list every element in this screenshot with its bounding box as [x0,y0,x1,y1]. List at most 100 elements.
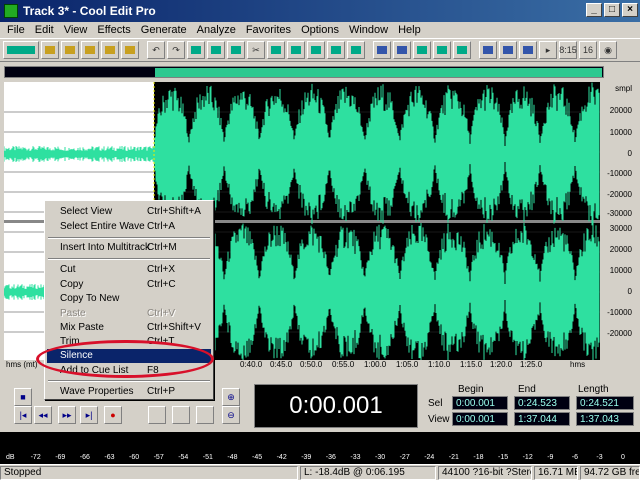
copy-icon[interactable] [207,41,225,59]
view-end-field[interactable]: 1:37.044 [514,412,570,426]
time-tick: 1:15.0 [460,360,483,369]
status-size: 16.71 MB [534,466,578,480]
trim-icon[interactable] [307,41,325,59]
rewind-icon[interactable]: ◂◂ [34,406,52,424]
menu-select-view[interactable]: Select View Ctrl+Shift+A [47,205,211,219]
zoom-selection-icon[interactable] [196,406,214,424]
redo-icon[interactable]: ↷ [167,41,185,59]
menu-mix-paste[interactable]: Mix Paste Ctrl+Shift+V [47,321,211,335]
close-button[interactable]: × [622,3,638,17]
toggle-multitrack-button[interactable] [3,41,39,59]
level-meter: dB -72 -69 -66 -63 -60 -57 -54 -51 -48 -45 -42 -39 -3… [0,432,640,464]
level-meter-tick: -54 [178,454,189,461]
menu-select-entire-wave[interactable]: Select Entire Wave Ctrl+A [47,220,211,234]
level-meter-tick: -60 [129,454,140,461]
menu-window[interactable]: Window [344,24,393,36]
overview-visible-range[interactable] [155,68,602,77]
format-8-15-icon[interactable]: 8:15 [559,41,577,59]
menu-paste: Paste Ctrl+V [60,308,176,319]
level-meter-tick: -63 [104,454,115,461]
zoom-view-icon[interactable] [499,41,517,59]
ruler-tick: 30000 [609,224,632,233]
copy-new-icon[interactable] [227,41,245,59]
zoom-in-horizontal-icon[interactable] [148,406,166,424]
menu-effects[interactable]: Effects [92,24,135,36]
menu-view[interactable]: View [59,24,93,36]
menu-edit[interactable]: Edit [30,24,59,36]
menu-copy-to-new[interactable]: Copy To New [47,292,211,306]
toolbar: ↶ ↷ ✂ ▸ 8:15 16 ◉ [0,38,640,62]
zoom-out-horizontal-icon[interactable] [172,406,190,424]
save-all-icon[interactable] [121,41,139,59]
silence-icon[interactable] [327,41,345,59]
minimize-button[interactable]: _ [586,3,602,17]
go-to-end-icon[interactable]: ▸| [80,406,98,424]
level-meter-tick: -42 [276,454,287,461]
snap-icon[interactable] [519,41,537,59]
time-ruler-unit-left: hms (mt) [6,360,38,369]
stop-button[interactable]: ■ [14,388,32,406]
ruler-tick: -30000 [607,209,632,218]
go-to-start-icon[interactable]: |◂ [14,406,32,424]
cd-icon[interactable]: ◉ [599,41,617,59]
ruler-tick: 20000 [609,245,632,254]
open-append-icon[interactable] [81,41,99,59]
play-list-icon[interactable]: ▸ [539,41,557,59]
paste-icon[interactable] [267,41,285,59]
record-button[interactable]: ● [104,406,122,424]
spectral-icon[interactable] [393,41,411,59]
menu-generate[interactable]: Generate [136,24,192,36]
amplify-icon[interactable] [413,41,431,59]
view-begin-field[interactable]: 0:00.001 [452,412,508,426]
time-tick: 1:25.0 [520,360,543,369]
menu-favorites[interactable]: Favorites [241,24,296,36]
level-meter-tick: -33 [350,454,361,461]
menu-insert-multitrack[interactable]: Insert Into Multitrack Ctrl+M [47,241,211,255]
status-bar: Stopped L: -18.4dB @ 0:06.195 44100 ?16-… [0,464,640,480]
time-tick: 1:05.0 [396,360,419,369]
end-header: End [518,384,536,395]
envelope-icon[interactable] [373,41,391,59]
menu-file[interactable]: File [2,24,30,36]
ruler-tick: 10000 [609,266,632,275]
select-icon[interactable] [347,41,365,59]
menu-separator [48,380,210,382]
view-length-field[interactable]: 1:37.043 [576,412,634,426]
menu-help[interactable]: Help [393,24,426,36]
mix-paste-icon[interactable] [287,41,305,59]
toolbar-separator [141,41,145,59]
ruler-tick: -10000 [607,308,632,317]
zoom-in-vertical-icon[interactable]: ⊕ [222,388,240,406]
stretch-icon[interactable] [433,41,451,59]
fast-forward-icon[interactable]: ▸▸ [58,406,76,424]
sel-end-field[interactable]: 0:24.523 [514,396,570,410]
menu-wave-properties[interactable]: Wave Properties Ctrl+P [47,385,211,399]
status-free-space: 94.72 GB free [580,466,640,480]
repeat-icon[interactable] [187,41,205,59]
menu-cut[interactable]: Cut Ctrl+X [47,263,211,277]
view-icon[interactable] [479,41,497,59]
new-file-icon[interactable] [41,41,59,59]
zoom-out-vertical-icon[interactable]: ⊖ [222,406,240,424]
maximize-button[interactable]: □ [604,3,620,17]
wave-overview-bar[interactable] [4,66,604,78]
menu-options[interactable]: Options [296,24,344,36]
level-meter-tick: -18 [473,454,484,461]
level-meter-tick: -51 [202,454,213,461]
cut-icon[interactable]: ✂ [247,41,265,59]
ruler-tick: 0 [627,287,632,296]
ruler-tick: 20000 [609,106,632,115]
undo-icon[interactable]: ↶ [147,41,165,59]
ruler-tick: -20000 [607,190,632,199]
filter-icon[interactable] [453,41,471,59]
menu-copy[interactable]: Copy Ctrl+C [47,278,211,292]
menu-analyze[interactable]: Analyze [192,24,241,36]
format-16-icon[interactable]: 16 [579,41,597,59]
open-file-icon[interactable] [61,41,79,59]
title-bar: Track 3* - Cool Edit Pro _ □ × [0,0,640,22]
save-icon[interactable] [101,41,119,59]
length-header: Length [578,384,609,395]
level-meter-tick: -36 [325,454,336,461]
sel-length-field[interactable]: 0:24.521 [576,396,634,410]
sel-begin-field[interactable]: 0:00.001 [452,396,508,410]
